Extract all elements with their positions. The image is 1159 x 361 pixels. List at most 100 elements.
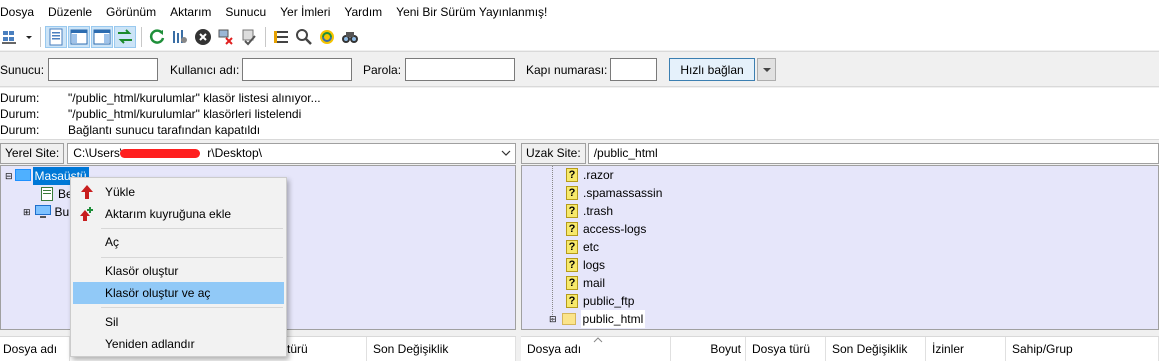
refresh-icon[interactable] xyxy=(146,26,168,48)
log-message: "/public_html/kurulumlar" klasörleri lis… xyxy=(68,107,302,121)
cancel-icon[interactable] xyxy=(192,26,214,48)
local-site-path[interactable]: C:\Users\ r\Desktop\ xyxy=(67,143,516,164)
tree-item[interactable]: ? .trash xyxy=(566,202,613,220)
toolbar-separator xyxy=(265,27,266,47)
column-owner-group[interactable]: Sahip/Grup xyxy=(1006,337,1159,361)
disconnect-icon[interactable] xyxy=(215,26,237,48)
chevron-down-icon[interactable] xyxy=(501,150,511,158)
local-site-bar: Yerel Site: C:\Users\ r\Desktop\ xyxy=(0,142,516,165)
menu-yardim[interactable]: Yardım xyxy=(337,0,389,24)
unknown-folder-icon: ? xyxy=(566,294,578,308)
column-filetype[interactable]: türü xyxy=(287,337,367,361)
tree-item[interactable]: ? mail xyxy=(566,274,605,292)
quickconnect-button[interactable]: Hızlı bağlan xyxy=(669,58,755,81)
unknown-folder-icon: ? xyxy=(566,204,578,218)
tree-item[interactable]: ? .razor xyxy=(566,166,614,184)
log-row: Durum: Bağlantı sunucu tarafından kapatı… xyxy=(0,122,1159,138)
ctx-upload[interactable]: Yükle xyxy=(73,181,284,203)
upload-arrow-icon xyxy=(81,185,93,199)
column-last-modified[interactable]: Son Değişiklik xyxy=(826,337,926,361)
quickconnect-dropdown[interactable] xyxy=(757,58,776,81)
context-menu: Yükle Aktarım kuyruğuna ekle Aç Klasör o… xyxy=(70,177,287,357)
tree-item-label: .razor xyxy=(583,168,614,182)
toggle-queue-icon[interactable] xyxy=(114,26,136,48)
tree-item-label: etc xyxy=(583,240,600,254)
column-filename[interactable]: Dosya adı xyxy=(0,337,70,361)
column-size[interactable]: Boyut xyxy=(671,337,746,361)
log-message: Bağlantı sunucu tarafından kapatıldı xyxy=(68,123,261,137)
menu-bar: Dosya Düzenle Görünüm Aktarım Sunucu Yer… xyxy=(0,0,1159,24)
remote-site-bar: Uzak Site: /public_html xyxy=(521,142,1159,165)
ctx-delete[interactable]: Sil xyxy=(73,311,284,333)
column-last-modified[interactable]: Son Değişiklik xyxy=(367,337,516,361)
site-manager-icon[interactable] xyxy=(0,26,22,48)
unknown-folder-icon: ? xyxy=(566,258,578,272)
remote-site-path[interactable]: /public_html xyxy=(587,143,1159,164)
log-type: Durum: xyxy=(0,91,40,105)
menu-duzenle[interactable]: Düzenle xyxy=(41,0,99,24)
tree-item[interactable]: ? public_ftp xyxy=(566,292,634,310)
ctx-create-folder-and-open[interactable]: Klasör oluştur ve aç xyxy=(73,282,284,304)
ctx-rename[interactable]: Yeniden adlandır xyxy=(73,333,284,355)
tree-item-label: mail xyxy=(583,276,606,290)
host-input[interactable] xyxy=(48,58,158,81)
sort-ascending-icon xyxy=(593,337,603,343)
column-filetype[interactable]: Dosya türü xyxy=(746,337,826,361)
password-input[interactable] xyxy=(405,58,515,81)
search-icon[interactable] xyxy=(339,26,361,48)
username-input[interactable] xyxy=(242,58,352,81)
menu-aktarim[interactable]: Aktarım xyxy=(163,0,218,24)
menu-new-version[interactable]: Yeni Bir Sürüm Yayınlanmış! xyxy=(389,0,554,24)
folder-icon xyxy=(561,313,576,325)
menu-yer-imleri[interactable]: Yer İmleri xyxy=(273,0,337,24)
ctx-add-to-queue[interactable]: Aktarım kuyruğuna ekle xyxy=(73,203,284,225)
add-to-queue-icon xyxy=(80,207,93,221)
menu-sunucu[interactable]: Sunucu xyxy=(218,0,273,24)
local-site-label: Yerel Site: xyxy=(0,143,65,164)
ctx-open[interactable]: Aç xyxy=(73,231,284,253)
ctx-item-label: Aktarım kuyruğuna ekle xyxy=(105,207,232,221)
tree-item[interactable]: ? .spamassassin xyxy=(566,184,662,202)
tree-item-bu[interactable]: ⊞ Bu xyxy=(23,203,69,221)
toggle-local-tree-icon[interactable] xyxy=(68,26,90,48)
menu-gorunum[interactable]: Görünüm xyxy=(99,0,163,24)
ctx-create-folder[interactable]: Klasör oluştur xyxy=(73,260,284,282)
unknown-folder-icon: ? xyxy=(566,168,578,182)
computer-icon xyxy=(34,205,51,218)
compare-icon[interactable] xyxy=(293,26,315,48)
toolbar xyxy=(0,24,1159,50)
tree-item-public-html[interactable]: ⊟ public_html xyxy=(549,310,646,328)
chevron-down-icon xyxy=(762,67,771,72)
username-label: Kullanıcı adı: xyxy=(170,63,240,77)
menu-dosya[interactable]: Dosya xyxy=(0,0,41,24)
tree-item[interactable]: ? etc xyxy=(566,238,599,256)
document-icon xyxy=(41,187,53,201)
tree-item-be[interactable]: Be xyxy=(41,185,73,203)
toggle-remote-tree-icon[interactable] xyxy=(91,26,113,48)
menu-separator xyxy=(101,257,283,258)
tree-item[interactable]: ? access-logs xyxy=(566,220,646,238)
sync-browse-icon[interactable] xyxy=(316,26,338,48)
host-label: Sunucu: xyxy=(0,63,45,77)
process-queue-icon[interactable] xyxy=(169,26,191,48)
local-path-prefix: C:\Users\ xyxy=(73,146,124,160)
dropdown-arrow-icon[interactable] xyxy=(23,26,35,48)
port-input[interactable] xyxy=(610,58,657,81)
tree-guide-line xyxy=(552,166,553,321)
tree-item[interactable]: ? logs xyxy=(566,256,605,274)
log-type: Durum: xyxy=(0,107,40,121)
collapse-icon[interactable]: ⊟ xyxy=(549,310,557,328)
column-permissions[interactable]: İzinler xyxy=(926,337,1006,361)
ctx-item-label: Sil xyxy=(105,315,119,329)
redaction-mark xyxy=(120,149,201,158)
reconnect-icon[interactable] xyxy=(238,26,260,48)
tree-item-label: .trash xyxy=(583,204,614,218)
collapse-icon[interactable]: ⊟ xyxy=(5,167,13,185)
message-log: Durum: "/public_html/kurulumlar" klasör … xyxy=(0,88,1159,140)
tree-item-label: .spamassassin xyxy=(583,186,663,200)
toggle-log-icon[interactable] xyxy=(45,26,67,48)
expand-icon[interactable]: ⊞ xyxy=(23,203,31,221)
filter-icon[interactable] xyxy=(270,26,292,48)
ctx-item-label: Klasör oluştur xyxy=(105,264,179,278)
tree-item-label: Bu xyxy=(54,205,70,219)
